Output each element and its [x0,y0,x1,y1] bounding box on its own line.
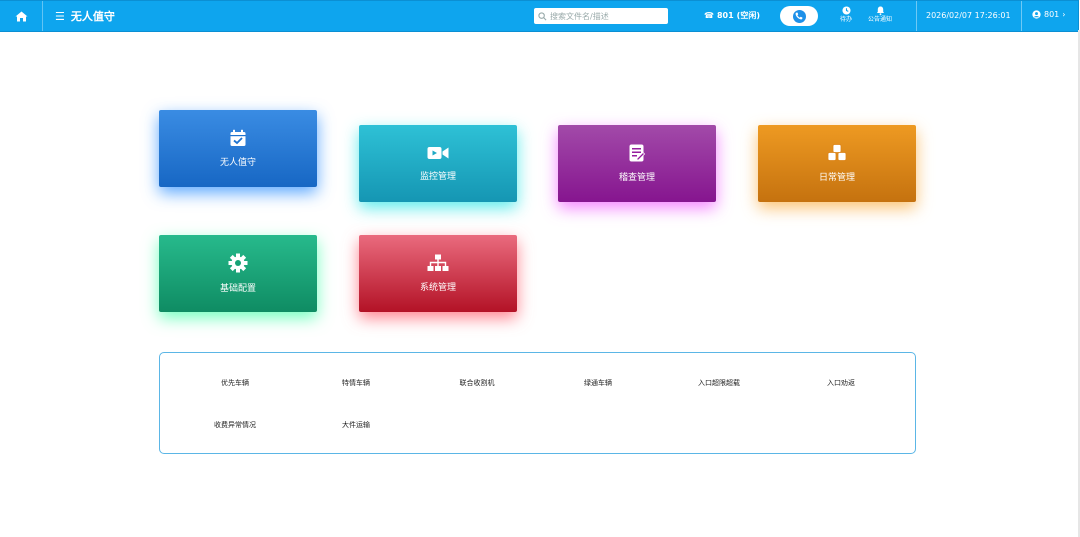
search-input[interactable] [550,11,660,21]
extension-number: 801 [716,11,734,20]
quick-link[interactable]: 收费异常情况 [214,420,256,430]
document-edit-icon [629,144,645,162]
notice-button[interactable]: 公告通知 [868,6,892,24]
quick-link[interactable]: 入口超限超载 [698,378,740,388]
call-button[interactable] [780,6,818,26]
tile-inspection[interactable]: 稽查管理 [558,125,716,202]
search-icon [538,11,547,20]
chevron-right-icon: › [1062,10,1066,19]
tile-label: 无人值守 [219,158,256,168]
phone-icon: ☎ [704,11,714,20]
quick-link[interactable]: 绿通车辆 [584,378,612,388]
tile-label: 日常管理 [818,173,855,183]
page-title: 无人值守 [70,10,115,23]
divider [1021,1,1022,31]
tile-basic-config[interactable]: 基础配置 [159,235,317,312]
pending-label: 待办 [840,16,853,23]
home-button[interactable] [0,1,43,31]
video-camera-icon [427,147,449,159]
bell-icon [876,6,884,15]
quick-link[interactable]: 大件运输 [342,420,370,430]
cubes-icon [827,144,847,161]
tile-label: 监控管理 [419,172,456,182]
quick-link[interactable]: 特情车辆 [342,378,370,388]
clock-icon [841,6,851,15]
pending-button[interactable]: 待办 [840,6,852,24]
quick-links-panel: 优先车辆 特情车辆 联合收割机 绿通车辆 入口超限超载 入口劝返 收费异常情况 … [159,352,916,454]
home-icon [15,11,27,21]
tile-label: 系统管理 [419,283,456,293]
divider [916,1,917,31]
menu-toggle[interactable]: ☰ 无人值守 [55,8,115,24]
user-menu[interactable]: 801 › [1032,10,1065,19]
tile-monitoring[interactable]: 监控管理 [359,125,517,202]
gear-icon [228,253,248,273]
call-icon [792,9,806,23]
hamburger-icon: ☰ [55,9,65,23]
tile-unattended[interactable]: 无人值守 [159,110,317,187]
datetime: 2026/02/07 17:26:01 [926,11,1011,20]
extension-state: (空闲) [736,11,760,20]
extension-status: ☎ 801 (空闲) [704,10,760,21]
user-name: 801 [1044,10,1060,19]
quick-link[interactable]: 优先车辆 [221,378,249,388]
sitemap-icon [427,254,449,271]
tile-system[interactable]: 系统管理 [359,235,517,312]
tile-label: 稽查管理 [618,173,655,183]
user-icon [1032,10,1041,19]
notice-label: 公告通知 [868,16,893,23]
top-bar: ☰ 无人值守 ☎ 801 (空闲) 待办 公告通知 2026/02/07 17:… [0,0,1079,32]
quick-link[interactable]: 入口劝返 [827,378,855,388]
calendar-check-icon [230,129,246,146]
quick-link[interactable]: 联合收割机 [460,378,495,388]
tile-daily[interactable]: 日常管理 [758,125,916,202]
tile-label: 基础配置 [219,284,256,294]
search-box[interactable] [534,8,668,24]
